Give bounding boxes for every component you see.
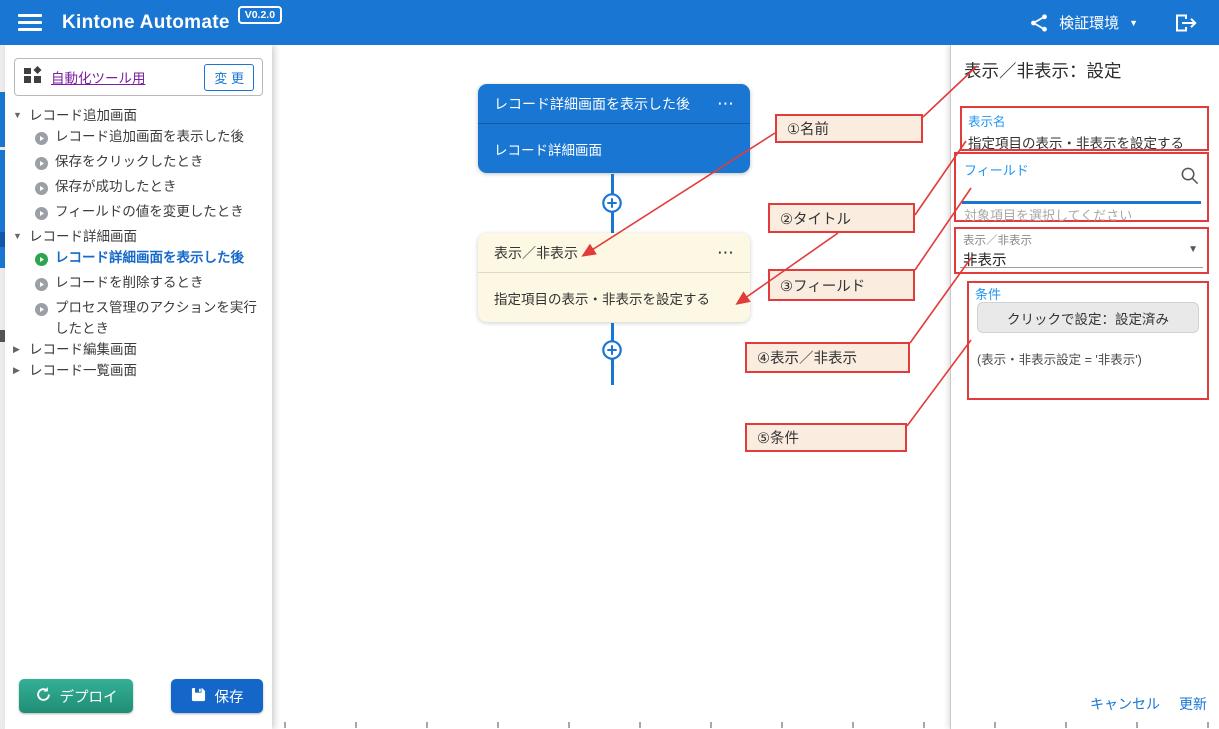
tree-node-record-add-screen[interactable]: ▼ レコード追加画面	[5, 105, 272, 126]
tree-event-item[interactable]: プロセス管理のアクションを実行したとき	[5, 297, 272, 339]
save-button[interactable]: 保存	[171, 679, 263, 713]
save-button-label: 保存	[215, 686, 244, 707]
annotation-box-field: ③フィールド	[768, 269, 915, 301]
annotation-box-name: ①名前	[775, 114, 923, 143]
version-badge: V0.2.0	[238, 6, 282, 24]
tree-node-label: レコード追加画面	[29, 105, 272, 126]
action-node-title: 表示／非表示	[494, 243, 578, 263]
environment-selector[interactable]: 検証環境	[1059, 12, 1119, 33]
tree-node-label: レコード一覧画面	[29, 360, 272, 381]
node-menu-icon[interactable]: ⋯	[717, 99, 734, 109]
magnifier-icon[interactable]	[1179, 165, 1200, 191]
app-name-link[interactable]: 自動化ツール用	[51, 67, 146, 87]
tree-event-label: レコードを削除するとき	[55, 272, 266, 293]
trigger-node-title: レコード詳細画面を表示した後	[494, 94, 690, 114]
flow-node-action[interactable]: 表示／非表示 ⋯ 指定項目の表示・非表示を設定する	[478, 233, 750, 322]
annotation-box-visibility: ④表示／非表示	[745, 342, 910, 373]
field-select-label: フィールド	[956, 154, 1207, 179]
tree-event-label: 保存が成功したとき	[55, 176, 266, 197]
floppy-icon	[191, 687, 206, 706]
tree-node-record-edit-screen[interactable]: ▶ レコード編集画面	[5, 339, 272, 360]
display-name-field[interactable]: 表示名 指定項目の表示・非表示を設定する	[960, 106, 1209, 151]
cancel-link[interactable]: キャンセル	[1090, 694, 1160, 714]
tree-event-item[interactable]: レコード追加画面を表示した後	[5, 126, 272, 151]
visibility-select[interactable]: 表示／非表示 非表示 ▼	[954, 227, 1209, 274]
play-circle-icon	[35, 130, 48, 151]
app-selector-box: 自動化ツール用 変 更	[14, 58, 263, 96]
tree-event-item-selected[interactable]: レコード詳細画面を表示した後	[5, 247, 272, 272]
annotation-label: ④表示／非表示	[757, 347, 857, 368]
chevron-down-icon: ▼	[1188, 244, 1198, 255]
trigger-node-subtitle: レコード詳細画面	[494, 139, 602, 159]
chevron-collapsed-icon[interactable]: ▶	[13, 360, 25, 381]
annotation-box-condition: ⑤条件	[745, 423, 907, 452]
sync-icon	[35, 686, 52, 707]
chevron-collapsed-icon[interactable]: ▶	[13, 339, 25, 360]
tree-node-record-detail-screen[interactable]: ▼ レコード詳細画面	[5, 226, 272, 247]
deploy-button[interactable]: デプロイ	[19, 679, 133, 713]
select-underline	[960, 267, 1203, 268]
share-icon[interactable]	[1029, 13, 1049, 33]
settings-panel-title: 表示／非表示：設定	[964, 58, 1122, 83]
display-name-value[interactable]: 指定項目の表示・非表示を設定する	[968, 132, 1201, 152]
tree-event-label: レコード追加画面を表示した後	[55, 126, 266, 147]
play-circle-icon	[35, 205, 48, 226]
tree-event-label: 保存をクリックしたとき	[55, 151, 266, 172]
tree-event-label: プロセス管理のアクションを実行したとき	[55, 297, 266, 339]
condition-label: 条件	[969, 283, 1207, 303]
app-header: Kintone Automate V0.2.0 検証環境 ▼	[0, 0, 1219, 45]
annotation-box-title: ②タイトル	[768, 203, 915, 233]
play-circle-icon	[35, 301, 48, 322]
sidebar: 自動化ツール用 変 更 ▼ レコード追加画面 レコード追加画面を表示した後 保存…	[5, 45, 272, 729]
condition-section: 条件 クリックで設定：設定済み (表示・非表示設定 = '非表示')	[967, 281, 1209, 400]
visibility-label: 表示／非表示	[956, 229, 1207, 248]
app-title: Kintone Automate	[62, 12, 230, 34]
plus-circle-icon[interactable]	[601, 339, 623, 361]
play-circle-icon-active	[35, 251, 48, 272]
annotation-label: ①名前	[787, 118, 829, 139]
field-select-field[interactable]: フィールド 対象項目を選択してください	[954, 152, 1209, 222]
display-name-label: 表示名	[968, 111, 1201, 130]
hamburger-icon[interactable]	[18, 14, 42, 31]
tree-event-label: レコード詳細画面を表示した後	[55, 247, 266, 268]
deploy-button-label: デプロイ	[60, 686, 118, 707]
tree-node-record-list-screen[interactable]: ▶ レコード一覧画面	[5, 360, 272, 381]
condition-summary: (表示・非表示設定 = '非表示')	[977, 349, 1142, 368]
chevron-expanded-icon[interactable]: ▼	[13, 226, 25, 247]
app-blocks-icon	[23, 65, 43, 90]
change-app-button[interactable]: 変 更	[204, 64, 254, 91]
annotation-label: ③フィールド	[780, 275, 865, 296]
settings-panel: 表示／非表示：設定 表示名 指定項目の表示・非表示を設定する フィールド 対象項…	[950, 45, 1219, 729]
chevron-expanded-icon[interactable]: ▼	[13, 105, 25, 126]
play-circle-icon	[35, 180, 48, 201]
plus-circle-icon[interactable]	[601, 192, 623, 214]
kintone-automate-app: Kintone Automate V0.2.0 検証環境 ▼ 自動化ツール用	[0, 0, 1219, 729]
tree-node-label: レコード編集画面	[29, 339, 272, 360]
logout-icon[interactable]	[1174, 13, 1197, 33]
tree-event-item[interactable]: 保存をクリックしたとき	[5, 151, 272, 176]
tree-event-item[interactable]: レコードを削除するとき	[5, 272, 272, 297]
annotation-label: ⑤条件	[757, 427, 799, 448]
event-tree: ▼ レコード追加画面 レコード追加画面を表示した後 保存をクリックしたとき 保存…	[5, 105, 272, 381]
tree-event-item[interactable]: 保存が成功したとき	[5, 176, 272, 201]
flow-node-trigger[interactable]: レコード詳細画面を表示した後 ⋯ レコード詳細画面	[478, 84, 750, 173]
update-link[interactable]: 更新	[1179, 694, 1207, 714]
action-node-subtitle: 指定項目の表示・非表示を設定する	[494, 288, 710, 308]
tree-node-label: レコード詳細画面	[29, 226, 272, 247]
field-select-placeholder: 対象項目を選択してください	[964, 205, 1132, 224]
node-menu-icon[interactable]: ⋯	[717, 248, 734, 258]
tree-event-label: フィールドの値を変更したとき	[55, 201, 266, 222]
play-circle-icon	[35, 155, 48, 176]
condition-set-button[interactable]: クリックで設定：設定済み	[977, 302, 1199, 333]
chevron-down-icon: ▼	[1129, 18, 1138, 28]
play-circle-icon	[35, 276, 48, 297]
annotation-label: ②タイトル	[780, 208, 851, 229]
field-search-input[interactable]	[962, 201, 1201, 204]
tree-event-item[interactable]: フィールドの値を変更したとき	[5, 201, 272, 226]
